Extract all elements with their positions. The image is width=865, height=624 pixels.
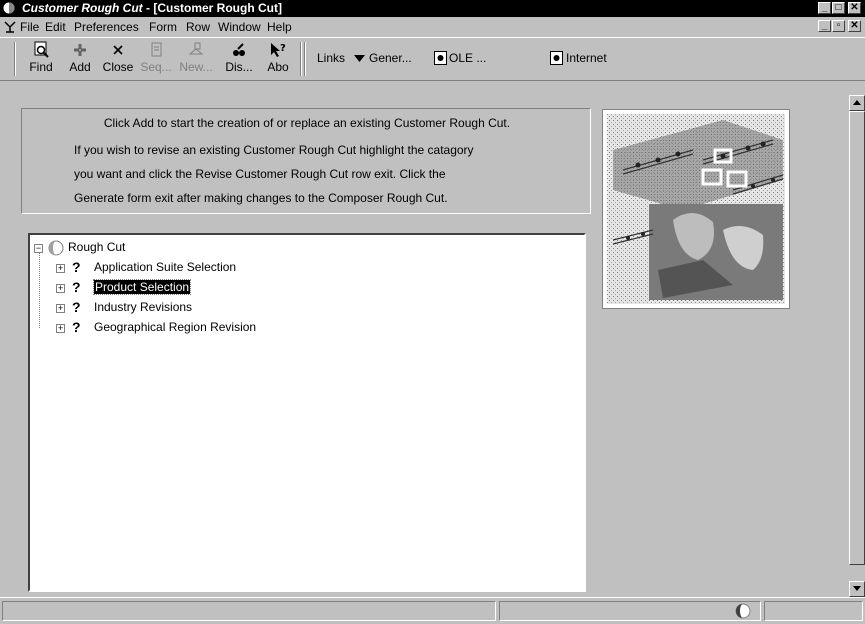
sequence-icon: [151, 42, 162, 57]
menu-window[interactable]: Window: [218, 20, 261, 34]
arrow-down-icon: [853, 586, 861, 591]
ole-link[interactable]: OLE ...: [449, 51, 486, 65]
maximize-button[interactable]: □: [832, 2, 845, 14]
find-button[interactable]: Find: [23, 40, 59, 78]
menu-help[interactable]: Help: [267, 20, 292, 34]
status-pane-end: [764, 601, 863, 621]
sequence-button[interactable]: Seq...: [138, 40, 174, 78]
close-button[interactable]: Close: [100, 40, 136, 78]
internet-link[interactable]: Internet: [566, 51, 607, 65]
scroll-down-button[interactable]: [849, 581, 865, 597]
menu-preferences[interactable]: Preferences: [74, 20, 139, 34]
menu-bar: File Edit Preferences Form Row Window He…: [0, 17, 865, 37]
generate-link[interactable]: Gener...: [369, 51, 412, 65]
collapse-toggle[interactable]: −: [34, 244, 43, 253]
about-icon: ?: [271, 43, 286, 57]
minimize-button[interactable]: _: [818, 2, 831, 14]
status-pane-main: [2, 601, 496, 621]
question-mark-icon: ?: [72, 259, 81, 275]
question-mark-icon: ?: [72, 279, 81, 295]
toolbar-separator: [304, 42, 306, 76]
doc-minimize-button[interactable]: _: [818, 20, 831, 32]
sheet-music-collage-image: [607, 114, 785, 304]
close-window-button[interactable]: ✕: [848, 2, 861, 14]
instruction-line: Generate form exit after making changes …: [74, 191, 448, 205]
tree-item-application-suite[interactable]: + ? Application Suite Selection: [34, 259, 354, 278]
question-mark-icon: ?: [72, 319, 81, 335]
display-icon: [233, 43, 245, 56]
status-pane-secondary: [499, 601, 761, 621]
menu-row[interactable]: Row: [186, 20, 210, 34]
instruction-line: Click Add to start the creation of or re…: [103, 116, 511, 130]
menu-file[interactable]: File: [20, 20, 39, 34]
scroll-up-button[interactable]: [849, 95, 865, 111]
dropdown-arrow-icon[interactable]: [354, 55, 365, 62]
doc-restore-button[interactable]: ▫: [832, 20, 845, 32]
expand-toggle[interactable]: +: [56, 304, 65, 313]
window-title: Customer Rough Cut - [Customer Rough Cut…: [22, 1, 282, 15]
toolbar-separator: [300, 42, 302, 76]
instruction-line: If you wish to revise an existing Custom…: [74, 143, 474, 157]
vertical-scrollbar[interactable]: [849, 95, 865, 597]
question-mark-icon: ?: [72, 299, 81, 315]
menu-edit[interactable]: Edit: [45, 20, 66, 34]
toolbar-grip: [14, 42, 16, 76]
toolbar: Find Add Close Seq... New... Dis... ? Ab…: [0, 37, 865, 81]
add-icon: [74, 44, 86, 56]
app-globe-icon: [3, 2, 15, 14]
status-bar: [0, 597, 865, 624]
new-icon: [188, 42, 204, 55]
menu-app-icon[interactable]: [3, 20, 17, 34]
display-button[interactable]: Dis...: [221, 40, 257, 78]
add-button[interactable]: Add: [62, 40, 98, 78]
scroll-thumb[interactable]: [849, 111, 865, 565]
expand-toggle[interactable]: +: [56, 284, 65, 293]
tree-item-industry-revisions[interactable]: + ? Industry Revisions: [34, 299, 354, 318]
find-icon: [34, 41, 49, 58]
tree-root-node[interactable]: − Rough Cut: [34, 240, 334, 258]
doc-close-button[interactable]: ✕: [848, 20, 861, 32]
menu-form[interactable]: Form: [149, 20, 177, 34]
form-icon: [434, 51, 447, 65]
expand-toggle[interactable]: +: [56, 264, 65, 273]
expand-toggle[interactable]: +: [56, 324, 65, 333]
close-icon: [113, 45, 123, 55]
about-button[interactable]: ? Abo: [260, 40, 296, 78]
decorative-image: [602, 109, 790, 309]
instructions-panel: Click Add to start the creation of or re…: [21, 108, 591, 214]
tree-item-product-selection[interactable]: + ? Product Selection: [34, 279, 354, 298]
category-tree[interactable]: − Rough Cut + ? Application Suite Select…: [28, 233, 586, 592]
form-icon: [550, 51, 563, 65]
globe-status-icon: [735, 603, 751, 619]
svg-text:?: ?: [280, 43, 286, 54]
links-label: Links: [317, 51, 346, 65]
instruction-line: you want and click the Revise Customer R…: [74, 167, 446, 181]
new-button[interactable]: New...: [178, 40, 214, 78]
title-bar: Customer Rough Cut - [Customer Rough Cut…: [0, 0, 865, 17]
arrow-up-icon: [853, 100, 861, 105]
tree-item-geographical-region[interactable]: + ? Geographical Region Revision: [34, 319, 354, 338]
